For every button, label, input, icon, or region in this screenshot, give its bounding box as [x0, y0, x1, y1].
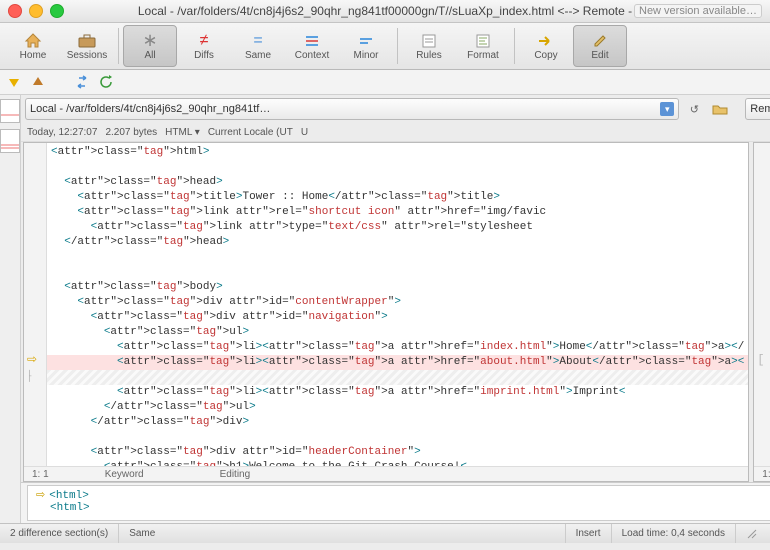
left-lineend[interactable]: U [301, 127, 308, 138]
left-history-icon[interactable]: ↺ [683, 98, 705, 120]
status-same: Same [119, 524, 565, 543]
right-path-text: Remote - /Users/tobidobi/development/_gi… [750, 103, 770, 115]
minor-label: Minor [353, 50, 378, 61]
status-bar: 2 difference section(s) Same Insert Load… [0, 523, 770, 543]
copy-button[interactable]: Copy [519, 25, 573, 67]
left-code[interactable]: <attr">class="tag">html> <attr">class="t… [47, 143, 748, 466]
sessions-label: Sessions [67, 50, 108, 61]
next-diff-down-icon[interactable] [6, 74, 22, 90]
context-icon [302, 32, 322, 50]
update-badge[interactable]: New version available… [634, 4, 762, 18]
home-icon [23, 32, 43, 50]
minor-icon [356, 32, 376, 50]
status-load: Load time: 0,4 seconds [612, 524, 736, 543]
home-label: Home [20, 50, 47, 61]
right-ruler: 1: 1 Keyword [754, 466, 770, 481]
window-controls [8, 4, 64, 18]
thumbnail-strip [0, 95, 21, 523]
minimize-icon[interactable] [29, 4, 43, 18]
briefcase-icon [77, 32, 97, 50]
thumbnail-left[interactable] [0, 99, 20, 123]
left-path-text: Local - /var/folders/4t/cn8j4j6s2_90qhr_… [30, 103, 270, 115]
maximize-icon[interactable] [50, 4, 64, 18]
sessions-button[interactable]: Sessions [60, 25, 114, 67]
copy-right-icon [536, 32, 556, 50]
left-lang[interactable]: HTML ▾ [165, 127, 200, 138]
pencil-icon [590, 32, 610, 50]
titlebar: Local - /var/folders/4t/cn8j4j6s2_90qhr_… [0, 0, 770, 23]
status-mode: Insert [566, 524, 612, 543]
minor-button[interactable]: Minor [339, 25, 393, 67]
rules-icon [419, 32, 439, 50]
left-gutter: ⇨ ⸠ [24, 143, 47, 466]
left-path-input[interactable]: Local - /var/folders/4t/cn8j4j6s2_90qhr_… [25, 98, 679, 120]
all-button[interactable]: ∗ All [123, 25, 177, 67]
content-area: Local - /var/folders/4t/cn8j4j6s2_90qhr_… [0, 95, 770, 523]
edit-label: Edit [591, 50, 608, 61]
main-area: Local - /var/folders/4t/cn8j4j6s2_90qhr_… [21, 95, 770, 523]
home-button[interactable]: Home [6, 25, 60, 67]
meta-row: Today, 12:27:07 2.207 bytes HTML ▾ Curre… [21, 123, 770, 142]
diff-panes: ⇨ ⸠ <attr">class="tag">html> <attr">clas… [21, 142, 770, 482]
separator [118, 28, 119, 64]
left-pane: ⇨ ⸠ <attr">class="tag">html> <attr">clas… [23, 142, 749, 482]
ruler-keyword: Keyword [97, 469, 152, 480]
diffs-label: Diffs [194, 50, 214, 61]
path-row: Local - /var/folders/4t/cn8j4j6s2_90qhr_… [21, 95, 770, 123]
right-pane: [ <attr">class="tag">html> <attr">class=… [753, 142, 770, 482]
arrow-in-icon: ⇨ [36, 490, 45, 502]
right-path-input[interactable]: Remote - /Users/tobidobi/development/_gi… [745, 98, 770, 120]
snippet-box[interactable]: ⇨<html> <html> [27, 485, 770, 521]
equal-icon: = [248, 32, 268, 50]
close-icon[interactable] [8, 4, 22, 18]
reload-icon[interactable] [98, 74, 114, 90]
edit-button[interactable]: Edit [573, 25, 627, 67]
bottom-snippet: ⇨<html> <html> [21, 482, 770, 523]
resize-grip-icon[interactable] [736, 524, 770, 543]
thumbnail-right[interactable] [0, 129, 20, 153]
same-label: Same [245, 50, 271, 61]
context-button[interactable]: Context [285, 25, 339, 67]
diffs-button[interactable]: ≠ Diffs [177, 25, 231, 67]
cursor-pos: 1: 1 [754, 469, 770, 480]
chevron-down-icon[interactable]: ▾ [660, 102, 674, 116]
left-timestamp: Today, 12:27:07 [27, 127, 97, 138]
current-diff-marker-icon: ⇨ [27, 353, 37, 368]
right-gutter: [ [754, 143, 770, 466]
prev-diff-up-icon[interactable] [30, 74, 46, 90]
rules-button[interactable]: Rules [402, 25, 456, 67]
swap-icon[interactable] [74, 74, 90, 90]
all-label: All [144, 50, 155, 61]
asterisk-icon: ∗ [140, 32, 160, 50]
left-size: 2.207 bytes [105, 127, 157, 138]
insert-marker-icon: ⸠ [27, 369, 34, 384]
format-icon [473, 32, 493, 50]
left-open-icon[interactable] [709, 98, 731, 120]
status-diffs: 2 difference section(s) [0, 524, 119, 543]
format-label: Format [467, 50, 499, 61]
copy-label: Copy [534, 50, 557, 61]
rules-label: Rules [416, 50, 442, 61]
format-button[interactable]: Format [456, 25, 510, 67]
main-toolbar: Home Sessions ∗ All ≠ Diffs = Same Conte… [0, 23, 770, 70]
separator [397, 28, 398, 64]
left-ruler: 1: 1 Keyword Editing [24, 466, 748, 481]
nav-bar [0, 70, 770, 95]
diff-marker-icon: [ [757, 353, 764, 368]
separator [514, 28, 515, 64]
not-equal-icon: ≠ [194, 32, 214, 50]
ruler-editing: Editing [212, 469, 259, 480]
same-button[interactable]: = Same [231, 25, 285, 67]
left-encoding[interactable]: Current Locale (UT [208, 127, 293, 138]
context-label: Context [295, 50, 329, 61]
cursor-pos: 1: 1 [24, 469, 57, 480]
